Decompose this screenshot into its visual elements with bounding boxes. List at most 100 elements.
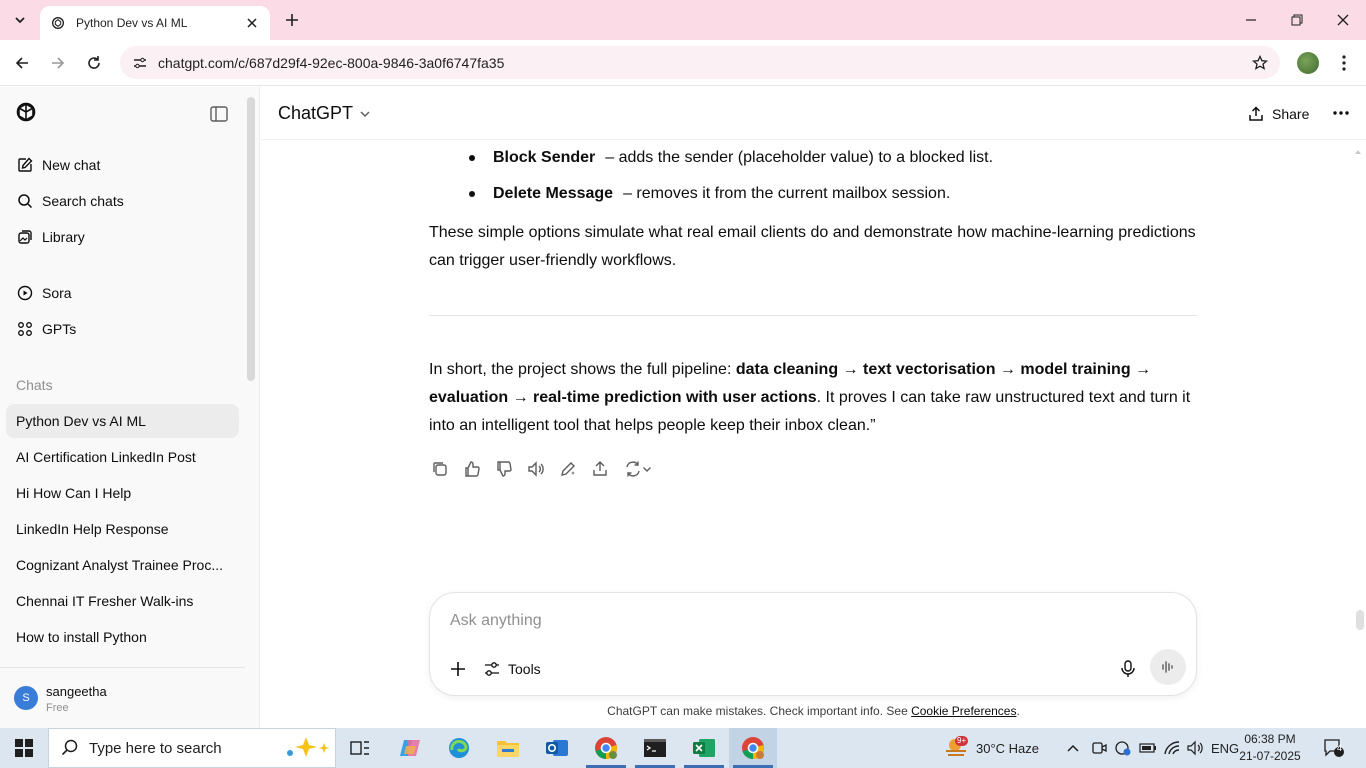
cookie-preferences-link[interactable]: Cookie Preferences (911, 704, 1016, 718)
chrome-icon (595, 737, 617, 759)
system-clock[interactable]: 06:38 PM 21-07-2025 (1238, 731, 1302, 765)
address-bar[interactable]: chatgpt.com/c/687d29f4-92ec-800a-9846-3a… (120, 46, 1280, 79)
task-view-button[interactable] (336, 728, 384, 768)
voice-mode-button[interactable] (1150, 649, 1186, 685)
sidebar-item-label: Sora (42, 285, 72, 301)
volume-icon[interactable] (1186, 728, 1204, 768)
battery-icon[interactable] (1139, 728, 1157, 768)
chat-item[interactable]: LinkedIn Help Response (6, 512, 239, 546)
profile-avatar[interactable] (1297, 52, 1319, 74)
file-explorer-app[interactable] (484, 728, 532, 768)
read-aloud-button[interactable] (525, 458, 547, 480)
chevron-down-icon (15, 17, 25, 24)
reload-button[interactable] (80, 49, 108, 77)
share-button[interactable]: Share (1248, 101, 1309, 127)
tab-close-icon[interactable] (244, 15, 260, 31)
plus-icon (286, 14, 298, 26)
start-button[interactable] (0, 728, 48, 768)
task-view-icon (350, 741, 369, 755)
chat-item-label: Chennai IT Fresher Walk-ins (16, 593, 194, 609)
site-info-icon[interactable] (130, 53, 150, 73)
message-actions (429, 458, 665, 480)
scroll-up-arrow[interactable] (1354, 143, 1362, 154)
user-account-button[interactable]: S sangeetha Free (0, 667, 245, 728)
library-icon (16, 228, 34, 246)
edit-in-canvas-button[interactable] (557, 458, 579, 480)
thumbs-up-icon (465, 461, 480, 477)
prompt-input[interactable] (450, 609, 1150, 633)
chat-item[interactable]: Python Dev vs AI ML (6, 404, 239, 438)
back-button[interactable] (8, 49, 36, 77)
more-vertical-icon (1342, 55, 1346, 71)
taskbar-search-box[interactable]: Type here to search (48, 728, 336, 768)
copy-button[interactable] (429, 458, 451, 480)
edge-app[interactable] (435, 728, 483, 768)
network-status-icon[interactable] (1114, 728, 1132, 768)
weather-text[interactable]: 30°C Haze (976, 728, 1039, 768)
main-scrollbar[interactable] (1356, 610, 1364, 630)
good-response-button[interactable] (461, 458, 483, 480)
new-tab-button[interactable] (280, 8, 304, 32)
paragraph: These simple options simulate what real … (429, 224, 1196, 269)
browser-tabbar: Python Dev vs AI ML (0, 0, 1366, 40)
copilot-app[interactable] (386, 728, 434, 768)
browser-tab[interactable]: Python Dev vs AI ML (40, 6, 270, 40)
sidebar: New chat Search chats Library Sora GPTs … (0, 87, 260, 728)
meet-now-icon[interactable] (1091, 728, 1107, 768)
browser-toolbar: chatgpt.com/c/687d29f4-92ec-800a-9846-3a… (0, 40, 1366, 86)
chat-item[interactable]: AI Certification LinkedIn Post (6, 440, 239, 474)
browser-menu-button[interactable] (1334, 52, 1354, 74)
sidebar-toggle-button[interactable] (208, 103, 230, 125)
outlook-app[interactable] (533, 728, 581, 768)
dictate-button[interactable] (1116, 657, 1140, 681)
sidebar-scrollbar[interactable] (247, 97, 255, 381)
terminal-icon (644, 739, 666, 757)
chat-item[interactable]: Chennai IT Fresher Walk-ins (6, 584, 239, 618)
show-hidden-icons-button[interactable] (1066, 728, 1080, 768)
chrome-app-active[interactable] (729, 728, 777, 768)
model-selector[interactable]: ChatGPT (278, 103, 371, 124)
sidebar-item-label: Search chats (42, 193, 124, 209)
conversation-options-button[interactable] (1329, 101, 1353, 125)
bookmark-star-icon[interactable] (1250, 53, 1270, 73)
refresh-icon (626, 461, 640, 477)
chrome-app[interactable] (582, 728, 630, 768)
share-message-button[interactable] (589, 458, 611, 480)
sidebar-item-gpts[interactable]: GPTs (6, 312, 239, 346)
sidebar-item-sora[interactable]: Sora (6, 276, 239, 310)
sidebar-item-new-chat[interactable]: New chat (6, 148, 239, 182)
regenerate-button[interactable] (621, 458, 655, 480)
sliders-icon (484, 661, 500, 677)
minimize-button[interactable] (1228, 0, 1274, 40)
chat-item-label: AI Certification LinkedIn Post (16, 449, 196, 465)
chat-item[interactable]: Hi How Can I Help (6, 476, 239, 510)
windows-logo-icon (15, 739, 33, 757)
chat-item-label: Python Dev vs AI ML (16, 413, 146, 429)
tab-search-button[interactable] (6, 6, 34, 34)
upload-icon (593, 461, 607, 476)
add-attachment-button[interactable] (446, 657, 470, 681)
share-icon (1248, 106, 1264, 122)
close-window-button[interactable] (1320, 0, 1366, 40)
notification-center-button[interactable]: 4 (1320, 736, 1348, 760)
excel-app[interactable] (680, 728, 728, 768)
chevron-up-icon (1067, 744, 1079, 752)
chat-item[interactable]: Cognizant Analyst Trainee Proc... (6, 548, 239, 582)
wifi-icon[interactable] (1163, 728, 1181, 768)
sidebar-item-search-chats[interactable]: Search chats (6, 184, 239, 218)
restore-button[interactable] (1274, 0, 1320, 40)
chatgpt-logo-icon[interactable] (14, 101, 38, 125)
tools-button[interactable]: Tools (484, 655, 541, 683)
weather-badge: 9+ (955, 736, 969, 746)
bullet-bold: Delete Message (493, 185, 614, 202)
main-header: ChatGPT Share (261, 87, 1366, 140)
bad-response-button[interactable] (493, 458, 515, 480)
terminal-app[interactable] (631, 728, 679, 768)
pencil-sparkle-icon (561, 462, 575, 476)
chat-item-label: Cognizant Analyst Trainee Proc... (16, 557, 223, 573)
chat-item[interactable]: How to install Python (6, 620, 239, 654)
avatar: S (14, 686, 38, 710)
input-language[interactable]: ENG (1211, 728, 1239, 768)
forward-button[interactable] (44, 49, 72, 77)
sidebar-item-library[interactable]: Library (6, 220, 239, 254)
